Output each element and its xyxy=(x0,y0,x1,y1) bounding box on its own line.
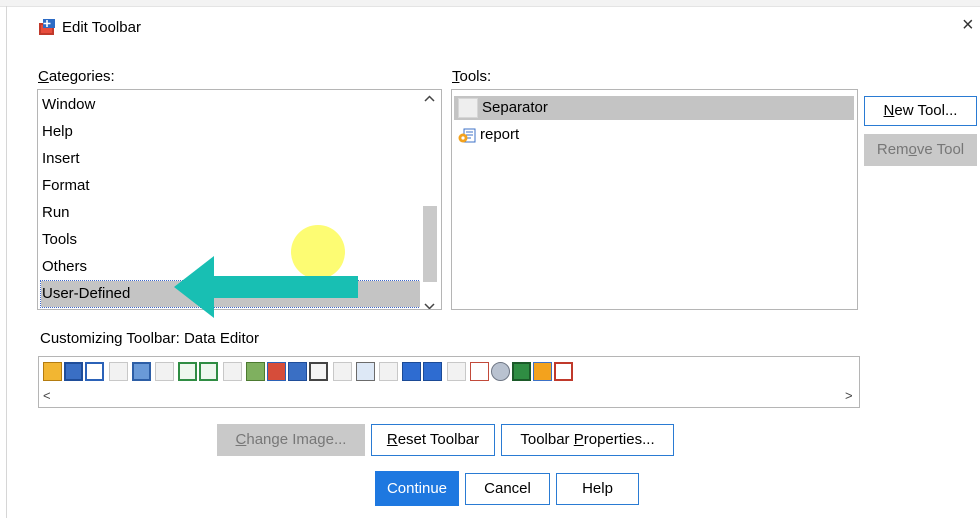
categories-scrollbar[interactable] xyxy=(420,91,439,310)
toolbar-hscrollbar[interactable]: < > xyxy=(41,388,857,405)
pointer-arrow-icon xyxy=(174,256,358,318)
undo-icon[interactable] xyxy=(178,362,197,381)
toolbar-properties-accel: P xyxy=(573,431,584,448)
separator-icon xyxy=(458,98,478,118)
reset-toolbar-accel: R xyxy=(386,431,398,448)
customizing-toolbar-label: Customizing Toolbar: Data Editor xyxy=(40,330,259,347)
continue-button[interactable]: Continue xyxy=(375,471,459,506)
tool-item[interactable]: report xyxy=(454,123,654,147)
tools-listbox[interactable]: Separator report xyxy=(451,89,858,310)
variables-icon[interactable] xyxy=(288,362,307,381)
toolbar-separator xyxy=(333,362,352,381)
customizing-label-text: Customizing Toolbar: xyxy=(40,330,180,347)
help-button[interactable]: Help xyxy=(556,473,639,505)
reset-toolbar-button[interactable]: Reset Toolbar xyxy=(371,424,495,456)
category-item[interactable]: Format xyxy=(41,173,420,199)
new-tool-button[interactable]: New Tool... xyxy=(864,96,977,126)
change-image-accel: C xyxy=(235,431,247,448)
scroll-up-icon[interactable] xyxy=(422,91,437,107)
toolbar-properties-text-1: Toolbar xyxy=(520,431,574,448)
category-item[interactable]: Insert xyxy=(41,146,420,172)
close-icon[interactable]: × xyxy=(962,14,974,37)
category-item[interactable]: Window xyxy=(41,92,420,118)
customizing-target: Data Editor xyxy=(183,330,260,347)
window-top-edge xyxy=(0,0,980,7)
window-left-edge xyxy=(6,6,7,518)
category-item[interactable]: Tools xyxy=(41,227,420,253)
insert-variable-icon[interactable] xyxy=(423,362,442,381)
run-descriptives-icon[interactable] xyxy=(309,362,328,381)
reset-toolbar-text: eset Toolbar xyxy=(397,431,480,448)
goto-case-icon[interactable] xyxy=(246,362,265,381)
remove-tool-text-1: Rem xyxy=(876,141,909,158)
categories-label-accel: C xyxy=(38,68,49,85)
category-item[interactable]: Run xyxy=(41,200,420,226)
toolbar-separator xyxy=(447,362,466,381)
tools-label: Tools: xyxy=(452,68,491,85)
script-icon xyxy=(458,128,476,143)
goto-variable-icon[interactable] xyxy=(267,362,286,381)
categories-label-text: ategories: xyxy=(48,68,115,85)
redo-icon[interactable] xyxy=(199,362,218,381)
tools-label-text: ools: xyxy=(459,68,492,85)
remove-tool-button[interactable]: Remove Tool xyxy=(864,134,977,166)
toolbar-separator xyxy=(155,362,174,381)
change-image-text: hange Image... xyxy=(246,431,347,448)
tools-label-accel: T xyxy=(452,68,460,85)
toolbar-properties-button[interactable]: Toolbar Properties... xyxy=(501,424,674,456)
new-tool-text: ew Tool... xyxy=(894,102,958,119)
cancel-button[interactable]: Cancel xyxy=(465,473,550,505)
toolbar-preview[interactable]: < > xyxy=(38,356,860,408)
categories-label: Categories: xyxy=(38,68,115,85)
tool-item-label: Separator xyxy=(482,99,548,116)
tool-item-label: report xyxy=(480,126,520,143)
new-tool-accel: N xyxy=(883,102,895,119)
toolbar-separator xyxy=(379,362,398,381)
window-title: Edit Toolbar xyxy=(62,19,141,36)
script-icon[interactable] xyxy=(533,362,552,381)
select-cases-icon[interactable] xyxy=(512,362,531,381)
weight-cases-icon[interactable] xyxy=(491,362,510,381)
recall-dialog-icon[interactable] xyxy=(132,362,151,381)
category-item[interactable]: Help xyxy=(41,119,420,145)
insert-cases-icon[interactable] xyxy=(402,362,421,381)
scroll-thumb[interactable] xyxy=(423,206,437,282)
remove-tool-text-2: ve Tool xyxy=(916,141,965,158)
tool-item-selected[interactable]: Separator xyxy=(454,96,854,120)
split-file-icon[interactable] xyxy=(470,362,489,381)
scroll-right-icon[interactable]: > xyxy=(845,388,853,403)
spss-app-icon xyxy=(39,19,55,35)
toolbar-separator xyxy=(109,362,128,381)
toolbar-separator xyxy=(223,362,242,381)
save-icon[interactable] xyxy=(64,362,83,381)
print-icon[interactable] xyxy=(85,362,104,381)
scroll-left-icon[interactable]: < xyxy=(43,388,51,403)
change-image-button[interactable]: Change Image... xyxy=(217,424,365,456)
scroll-down-icon[interactable] xyxy=(422,298,437,310)
toolbar-properties-text-2: roperties... xyxy=(583,431,655,448)
value-labels-icon[interactable] xyxy=(554,362,573,381)
remove-tool-accel: o xyxy=(908,141,917,158)
find-icon[interactable] xyxy=(356,362,375,381)
open-file-icon[interactable] xyxy=(43,362,62,381)
